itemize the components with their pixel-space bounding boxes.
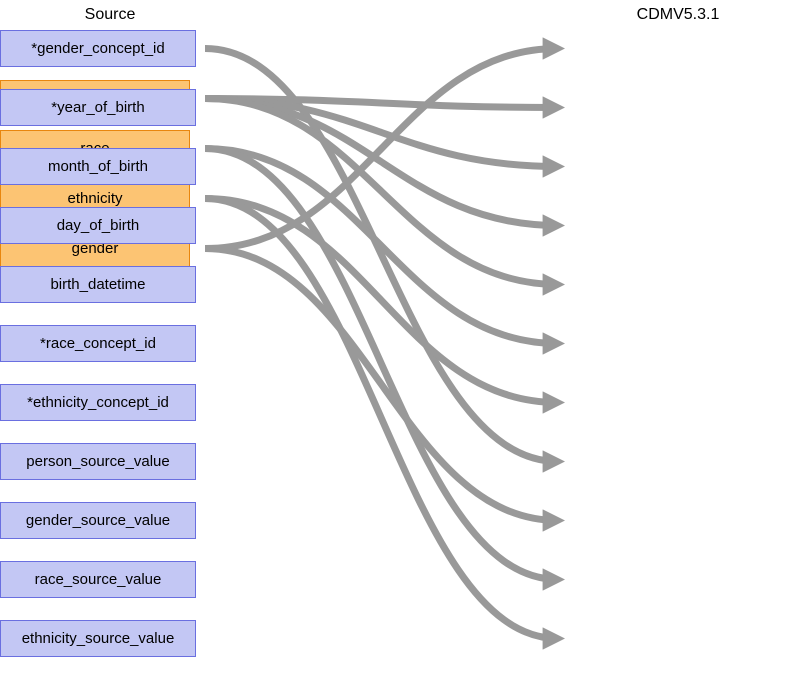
mapping-link[interactable]	[205, 99, 558, 226]
mapping-diagram: { "titles": { "source": "Source", "targe…	[0, 0, 800, 685]
target-field-label: birth_datetime	[50, 276, 145, 293]
target-field-year-of-birth[interactable]: *year_of_birth	[0, 89, 196, 126]
mapping-link[interactable]	[205, 199, 558, 639]
mapping-link[interactable]	[205, 99, 558, 167]
mapping-link[interactable]	[205, 199, 558, 403]
target-field-label: person_source_value	[26, 453, 169, 470]
mapping-link[interactable]	[205, 49, 558, 462]
mapping-link[interactable]	[205, 149, 558, 344]
target-field-label: *gender_concept_id	[31, 40, 164, 57]
source-field-label: ethnicity	[67, 190, 122, 207]
target-field-label: day_of_birth	[57, 217, 140, 234]
target-field-day-of-birth[interactable]: day_of_birth	[0, 207, 196, 244]
target-field-month-of-birth[interactable]: month_of_birth	[0, 148, 196, 185]
target-field-ethnicity-concept-id[interactable]: *ethnicity_concept_id	[0, 384, 196, 421]
target-field-label: month_of_birth	[48, 158, 148, 175]
mapping-link[interactable]	[205, 49, 558, 249]
target-field-label: gender_source_value	[26, 512, 170, 529]
source-column-title: Source	[15, 6, 205, 24]
target-field-gender-concept-id[interactable]: *gender_concept_id	[0, 30, 196, 67]
mapping-link[interactable]	[205, 99, 558, 285]
mapping-link[interactable]	[205, 149, 558, 580]
target-field-label: *ethnicity_concept_id	[27, 394, 169, 411]
mapping-link[interactable]	[205, 99, 558, 108]
target-field-race-concept-id[interactable]: *race_concept_id	[0, 325, 196, 362]
target-field-person-source-value[interactable]: person_source_value	[0, 443, 196, 480]
target-field-ethnicity-source-value[interactable]: ethnicity_source_value	[0, 620, 196, 657]
target-field-race-source-value[interactable]: race_source_value	[0, 561, 196, 598]
target-field-label: *race_concept_id	[40, 335, 156, 352]
target-column-title: CDMV5.3.1	[580, 6, 776, 24]
target-field-gender-source-value[interactable]: gender_source_value	[0, 502, 196, 539]
target-field-label: race_source_value	[35, 571, 162, 588]
target-field-birth-datetime[interactable]: birth_datetime	[0, 266, 196, 303]
target-field-label: ethnicity_source_value	[22, 630, 175, 647]
target-field-label: *year_of_birth	[51, 99, 144, 116]
mapping-link[interactable]	[205, 249, 558, 521]
